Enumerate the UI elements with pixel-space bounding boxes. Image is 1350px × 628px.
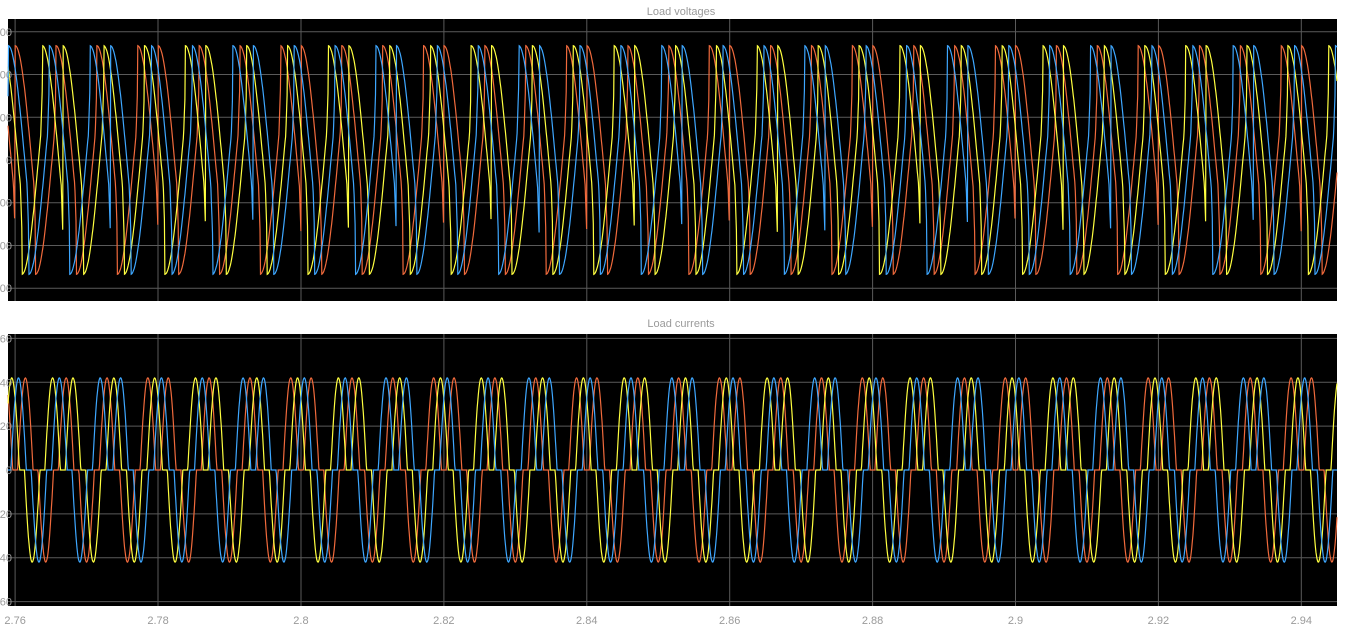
x-tick-label: 2.8 [293, 615, 308, 627]
y-tick-label: -20 [0, 509, 12, 521]
y-tick-label: -200 [0, 198, 12, 210]
current-title: Load currents [647, 318, 715, 330]
voltage-panel: -600 -400 -200 0 200 400 600 Load voltages [0, 6, 1338, 301]
x-tick-label: 2.84 [576, 615, 597, 627]
y-tick-label: -400 [0, 240, 12, 252]
voltage-title: Load voltages [647, 6, 716, 18]
y-tick-label: 20 [0, 421, 12, 433]
x-tick-label: 2.92 [1148, 615, 1169, 627]
y-tick-label: 60 [0, 333, 12, 345]
x-tick-label: 2.82 [433, 615, 454, 627]
scope-figure: -600-400-2000200400600 Load voltages -60… [0, 6, 1338, 627]
y-tick-label: -600 [0, 283, 12, 295]
y-tick-label: -40 [0, 553, 12, 565]
x-tick-label: 2.88 [862, 615, 883, 627]
y-tick-label: 0 [6, 155, 12, 167]
y-tick-label: 40 [0, 377, 12, 389]
y-tick-label: 0 [6, 465, 12, 477]
y-tick-label: 600 [0, 27, 12, 39]
x-tick-label: 2.78 [147, 615, 168, 627]
current-panel: -60 -40 -20 0 20 40 60 2.76 2.78 2.8 2.82 2.84 2.86… [0, 318, 1338, 627]
x-tick-label: 2.86 [719, 615, 740, 627]
x-tick-label: 2.76 [4, 615, 25, 627]
y-tick-label: 200 [0, 112, 12, 124]
x-tick-label: 2.94 [1291, 615, 1312, 627]
y-tick-label: -60 [0, 597, 12, 609]
y-tick-label: 400 [0, 70, 12, 82]
current-x-ticks: 2.76 2.78 2.8 2.82 2.84 2.86 2.88 2.9 2.92 2.94 [4, 615, 1312, 627]
x-tick-label: 2.9 [1008, 615, 1023, 627]
